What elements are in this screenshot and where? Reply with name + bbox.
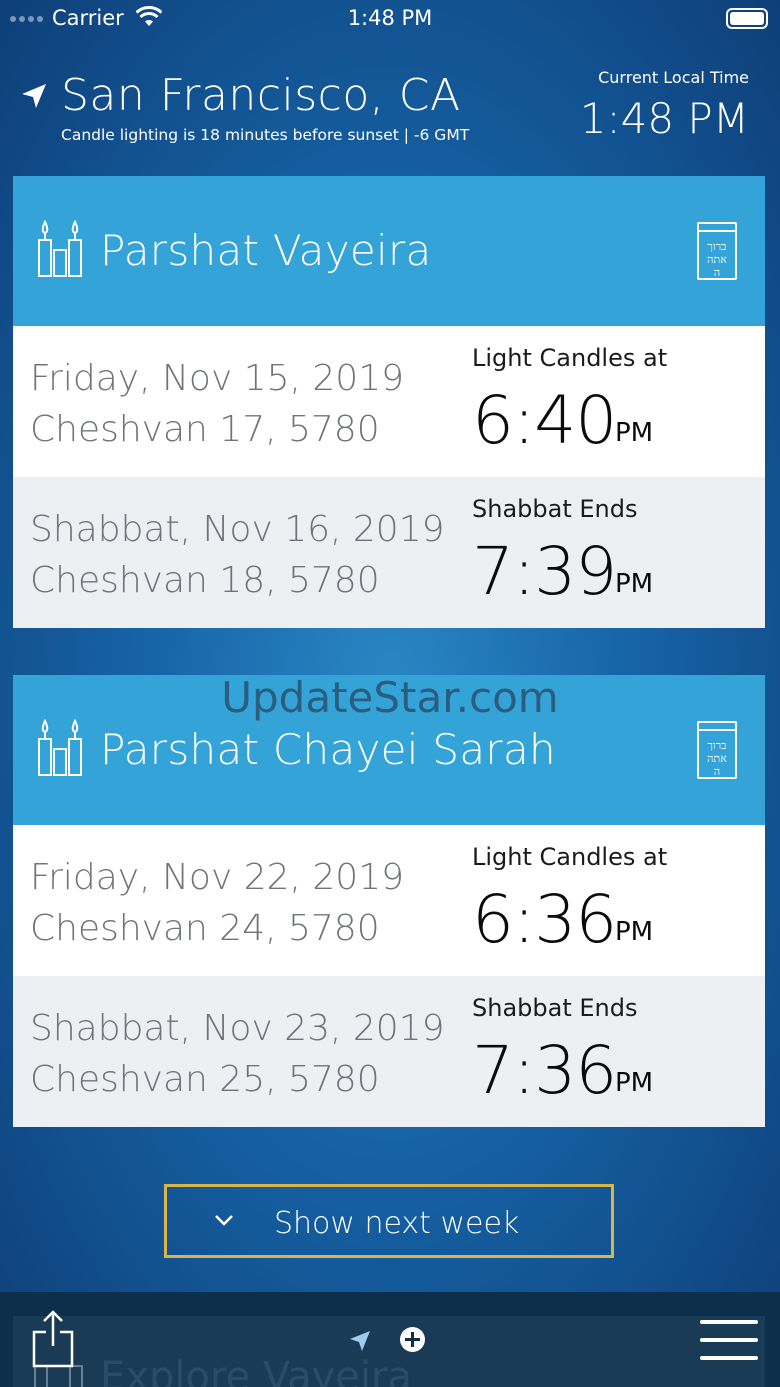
candle-lighting-info: Candle lighting is 18 minutes before sun… bbox=[61, 126, 470, 144]
gregorian-date: Friday, Nov 22, 2019 bbox=[30, 857, 405, 898]
candle-time: 6:36 bbox=[472, 881, 617, 958]
time-label: Shabbat Ends bbox=[472, 994, 638, 1022]
parsha-title: Parshat Vayeira bbox=[100, 226, 432, 275]
hebrew-date: Cheshvan 17, 5780 bbox=[30, 409, 380, 450]
parsha-header[interactable]: Parshat Chayei Sarah ברוך אתה ה bbox=[13, 675, 765, 825]
status-time: 1:48 PM bbox=[347, 6, 433, 30]
plus-circle-icon[interactable] bbox=[400, 1327, 425, 1352]
ampm: PM bbox=[615, 569, 654, 599]
hebrew-date: Cheshvan 24, 5780 bbox=[30, 908, 380, 949]
local-time-label: Current Local Time bbox=[598, 68, 749, 87]
shabbat-row: Shabbat, Nov 23, 2019 Cheshvan 25, 5780 … bbox=[13, 976, 765, 1127]
ampm: PM bbox=[615, 1068, 654, 1098]
navigation-icon[interactable] bbox=[349, 1330, 371, 1352]
book-icon-text: ברוך אתה ה bbox=[707, 240, 727, 279]
city-name[interactable]: San Francisco, CA bbox=[61, 70, 461, 121]
friday-row: Friday, Nov 15, 2019 Cheshvan 17, 5780 L… bbox=[13, 326, 765, 477]
shabbat-end-time: 7:36 bbox=[472, 1032, 617, 1109]
gregorian-date: Shabbat, Nov 16, 2019 bbox=[30, 509, 445, 550]
local-time: 1:48 PM bbox=[579, 94, 749, 143]
bottom-toolbar: Explore Vayeira bbox=[0, 1292, 780, 1387]
shabbat-row: Shabbat, Nov 16, 2019 Cheshvan 18, 5780 … bbox=[13, 477, 765, 628]
friday-row: Friday, Nov 22, 2019 Cheshvan 24, 5780 L… bbox=[13, 825, 765, 976]
hebrew-date: Cheshvan 18, 5780 bbox=[30, 560, 380, 601]
book-icon-text: ברוך אתה ה bbox=[707, 739, 727, 778]
hamburger-menu-icon[interactable] bbox=[700, 1320, 758, 1360]
parsha-title: Parshat Chayei Sarah bbox=[100, 725, 556, 774]
time-label: Light Candles at bbox=[472, 843, 668, 871]
time-label: Light Candles at bbox=[472, 344, 668, 372]
gregorian-date: Shabbat, Nov 23, 2019 bbox=[30, 1008, 445, 1049]
status-bar: Carrier 1:48 PM bbox=[0, 0, 780, 40]
candles-icon bbox=[38, 220, 82, 277]
battery-icon bbox=[726, 8, 768, 29]
location-arrow-icon[interactable] bbox=[20, 82, 48, 110]
explore-title[interactable]: Explore Vayeira bbox=[100, 1354, 412, 1387]
siddur-book-icon[interactable]: ברוך אתה ה bbox=[697, 222, 737, 280]
week-card: Parshat Vayeira ברוך אתה ה Friday, Nov 1… bbox=[13, 176, 765, 628]
ampm: PM bbox=[615, 418, 654, 448]
candle-time: 6:40 bbox=[472, 382, 617, 459]
week-card: Parshat Chayei Sarah ברוך אתה ה Friday, … bbox=[13, 675, 765, 1127]
time-label: Shabbat Ends bbox=[472, 495, 638, 523]
siddur-book-icon[interactable]: ברוך אתה ה bbox=[697, 721, 737, 779]
share-icon[interactable] bbox=[32, 1310, 74, 1368]
show-next-week-button[interactable]: Show next week bbox=[164, 1184, 614, 1258]
chevron-down-icon bbox=[215, 1215, 233, 1226]
parsha-header[interactable]: Parshat Vayeira ברוך אתה ה bbox=[13, 176, 765, 326]
ampm: PM bbox=[615, 917, 654, 947]
candles-icon bbox=[38, 719, 82, 776]
show-next-week-label: Show next week bbox=[274, 1206, 520, 1241]
gregorian-date: Friday, Nov 15, 2019 bbox=[30, 358, 405, 399]
hebrew-date: Cheshvan 25, 5780 bbox=[30, 1059, 380, 1100]
location-header[interactable]: San Francisco, CA Candle lighting is 18 … bbox=[0, 60, 780, 170]
shabbat-end-time: 7:39 bbox=[472, 533, 617, 610]
